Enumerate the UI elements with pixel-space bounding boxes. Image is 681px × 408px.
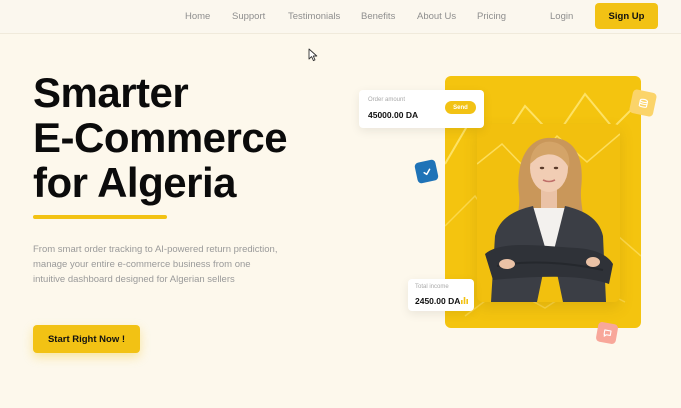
order-amount-value: 45000.00 DA — [368, 110, 419, 120]
total-income-card: Total income 2450.00 DA — [408, 279, 474, 311]
nav-link-support[interactable]: Support — [232, 11, 265, 22]
start-right-now-button[interactable]: Start Right Now ! — [33, 325, 140, 353]
bar-chart-icon — [461, 297, 468, 304]
order-amount-label: Order amount — [368, 97, 406, 103]
hero-title-line-2: E-Commerce — [33, 114, 288, 161]
order-amount-card: Order amount 45000.00 DA Send — [359, 90, 484, 128]
hero-title-line-3: for Algeria — [33, 159, 236, 206]
hero-title-line-1: Smarter — [33, 69, 189, 116]
total-income-value: 2450.00 DA — [415, 296, 461, 306]
top-navbar: Home Support Testimonials Benefits About… — [0, 0, 681, 34]
check-badge — [414, 159, 439, 184]
hero-title: Smarter E-Commerce for Algeria — [33, 69, 288, 206]
chat-badge — [595, 321, 619, 345]
database-icon — [638, 98, 648, 108]
person-photo — [477, 124, 620, 302]
nav-link-pricing[interactable]: Pricing — [477, 11, 506, 22]
chat-icon — [603, 328, 612, 337]
mouse-pointer-icon — [308, 48, 318, 62]
nav-link-testimonials[interactable]: Testimonials — [288, 11, 340, 22]
total-income-label: Total income — [415, 284, 449, 290]
signup-button[interactable]: Sign Up — [595, 3, 658, 29]
check-icon — [422, 168, 430, 175]
nav-link-about-us[interactable]: About Us — [417, 11, 456, 22]
hero-description: From smart order tracking to AI-powered … — [33, 244, 278, 285]
database-badge — [628, 88, 658, 118]
nav-link-home[interactable]: Home — [185, 11, 210, 22]
nav-link-benefits[interactable]: Benefits — [361, 11, 395, 22]
person-illustration — [477, 133, 620, 302]
title-underline — [33, 215, 167, 219]
login-link[interactable]: Login — [550, 11, 573, 22]
send-button[interactable]: Send — [445, 101, 476, 114]
